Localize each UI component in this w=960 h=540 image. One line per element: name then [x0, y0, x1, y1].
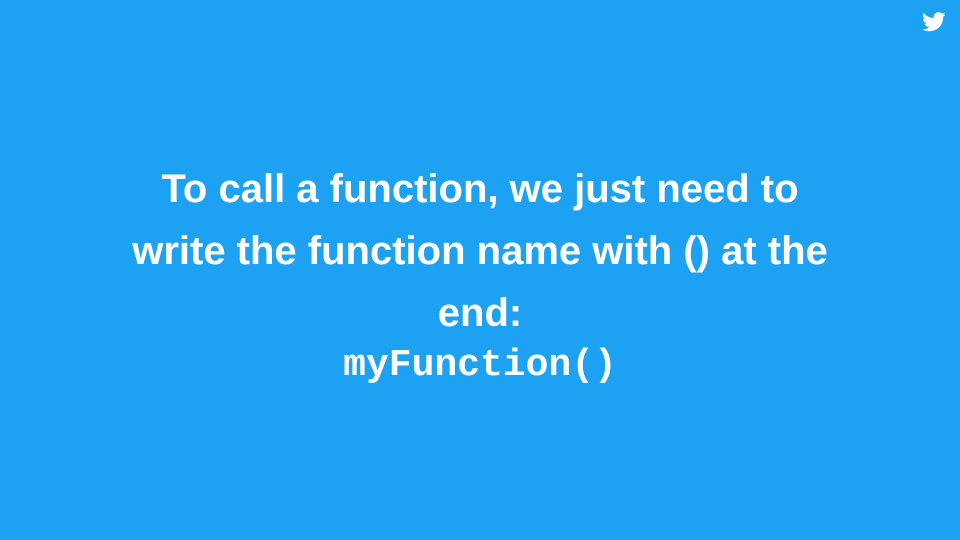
headline-line-3: end:	[437, 291, 523, 335]
twitter-bird-icon	[922, 12, 946, 32]
headline-line-1: To call a function, we just need to	[161, 167, 799, 211]
slide: To call a function, we just need to writ…	[0, 0, 960, 540]
code-example: myFunction()	[343, 344, 617, 387]
headline-line-2: write the function name with () at the	[132, 229, 828, 273]
slide-content: To call a function, we just need to writ…	[40, 158, 920, 388]
